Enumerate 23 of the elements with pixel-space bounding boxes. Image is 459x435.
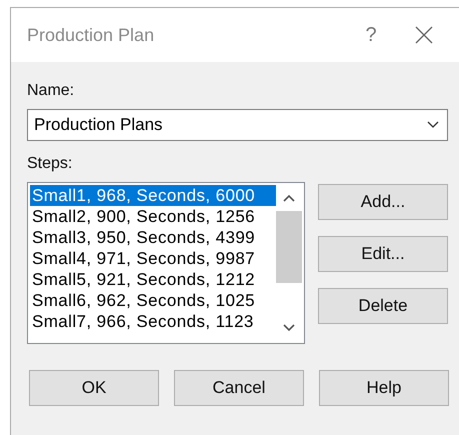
side-button[interactable]: Edit... xyxy=(318,236,448,272)
side-button[interactable]: Add... xyxy=(318,184,448,220)
scroll-up-icon[interactable] xyxy=(282,193,296,203)
list-item[interactable]: Small3, 950, Seconds, 4399 xyxy=(30,227,276,248)
window-title: Production Plan xyxy=(27,24,156,46)
name-label: Name: xyxy=(27,82,74,100)
help-glyph[interactable]: ? xyxy=(341,24,401,46)
dialog-button[interactable]: Help xyxy=(319,370,449,406)
scroll-thumb[interactable] xyxy=(276,211,302,283)
side-button[interactable]: Delete xyxy=(318,288,448,324)
dialog-button[interactable]: OK xyxy=(29,370,159,406)
chevron-down-icon xyxy=(427,121,439,129)
close-icon[interactable] xyxy=(415,26,433,44)
list-item[interactable]: Small2, 900, Seconds, 1256 xyxy=(30,206,276,227)
list-item[interactable]: Small6, 962, Seconds, 1025 xyxy=(30,290,276,311)
list-item[interactable]: Small5, 921, Seconds, 1212 xyxy=(30,269,276,290)
steps-label: Steps: xyxy=(27,155,72,173)
list-item[interactable]: Small1, 968, Seconds, 6000 xyxy=(30,185,276,206)
list-item[interactable]: Small4, 971, Seconds, 9987 xyxy=(30,248,276,269)
list-item[interactable]: Small7, 966, Seconds, 1123 xyxy=(30,311,276,332)
name-combo-box[interactable]: Production Plans xyxy=(27,109,448,141)
scroll-down-icon[interactable] xyxy=(282,323,296,333)
dialog-button[interactable]: Cancel xyxy=(174,370,304,406)
